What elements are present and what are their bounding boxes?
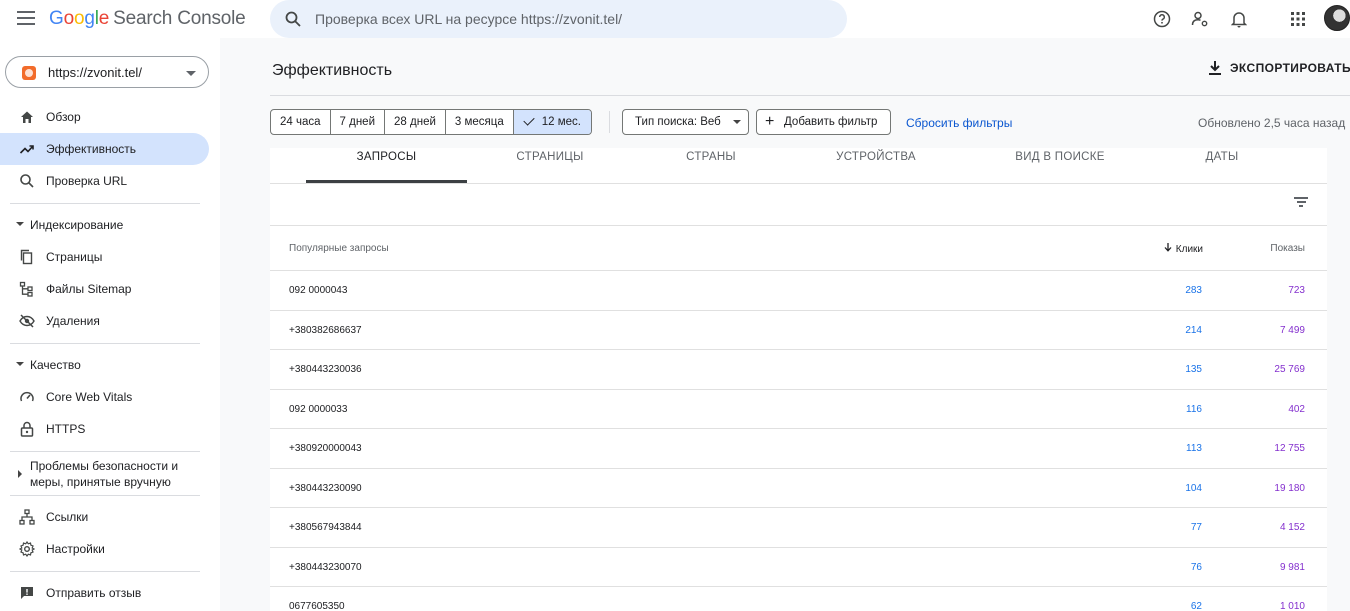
tab-queries[interactable]: ЗАПРОСЫ xyxy=(306,148,467,183)
sidebar-item-core-web-vitals[interactable]: Core Web Vitals xyxy=(0,381,209,413)
chevron-down-icon xyxy=(186,71,196,76)
filter-separator xyxy=(609,111,610,133)
sort-down-arrow-icon xyxy=(1164,243,1172,255)
export-button[interactable]: ЭКСПОРТИРОВАТЬ xyxy=(1208,60,1350,76)
property-url: https://zvonit.tel/ xyxy=(48,65,142,80)
table-row[interactable]: +380443230090 104 19 180 xyxy=(270,467,1327,508)
search-input[interactable] xyxy=(315,9,835,29)
logo-google: Google xyxy=(49,8,110,29)
range-24h-button[interactable]: 24 часа xyxy=(271,110,331,134)
tab-search-appearance[interactable]: ВИД В ПОИСКЕ xyxy=(962,148,1158,183)
tab-countries[interactable]: СТРАНЫ xyxy=(632,148,790,183)
reset-filters-link[interactable]: Сбросить фильтры xyxy=(906,116,1012,130)
sidebar-item-overview[interactable]: Обзор xyxy=(0,101,209,133)
search-icon xyxy=(20,174,34,188)
sitemap-icon xyxy=(19,281,33,297)
table-row[interactable]: 092 0000033 116 402 xyxy=(270,388,1327,429)
links-icon xyxy=(19,509,35,525)
logo-product: Search Console xyxy=(113,8,246,29)
table-row[interactable]: +380443230070 76 9 981 xyxy=(270,546,1327,587)
filter-divider xyxy=(270,225,1327,226)
sidebar-divider xyxy=(10,495,200,496)
sidebar-divider xyxy=(10,451,200,452)
main-content: Эффективность ЭКСПОРТИРОВАТЬ 24 часа 7 д… xyxy=(220,38,1350,611)
sidebar-item-sitemaps[interactable]: Файлы Sitemap xyxy=(0,273,209,305)
page-title: Эффективность xyxy=(272,62,393,79)
table-row[interactable]: +380567943844 77 4 152 xyxy=(270,507,1327,547)
table-row[interactable]: 092 0000043 283 723 xyxy=(270,270,1327,310)
feedback-icon xyxy=(21,587,33,599)
tabs-divider xyxy=(270,183,1327,184)
home-icon xyxy=(21,111,33,123)
property-selector[interactable]: https://zvonit.tel/ xyxy=(5,56,209,88)
sidebar-item-settings[interactable]: Настройки xyxy=(0,533,209,565)
results-card: ЗАПРОСЫ СТРАНИЦЫ СТРАНЫ УСТРОЙСТВА ВИД В… xyxy=(270,148,1327,611)
plus-icon: + xyxy=(765,113,775,130)
apps-grid-icon[interactable] xyxy=(1287,8,1309,30)
sidebar: https://zvonit.tel/ Обзор Эффективность … xyxy=(0,38,220,611)
sidebar-item-links[interactable]: Ссылки xyxy=(0,501,209,533)
gauge-icon xyxy=(20,391,34,402)
chevron-down-icon xyxy=(733,120,741,124)
add-filter-button[interactable]: + Добавить фильтр xyxy=(756,109,891,135)
table-row[interactable]: 0677605350 62 1 010 xyxy=(270,586,1327,611)
check-icon xyxy=(523,114,535,126)
collapse-arrow-icon xyxy=(16,362,24,366)
settings-icon xyxy=(19,541,35,557)
logo[interactable]: Google Search Console xyxy=(49,8,246,30)
search-bar[interactable] xyxy=(270,0,847,38)
range-7d-button[interactable]: 7 дней xyxy=(331,110,386,134)
download-icon xyxy=(1209,61,1221,75)
notifications-icon[interactable] xyxy=(1228,8,1250,30)
top-bar: Google Search Console xyxy=(0,0,1350,38)
eye-off-icon xyxy=(19,314,35,328)
sidebar-divider xyxy=(10,571,200,572)
sidebar-item-https[interactable]: HTTPS xyxy=(0,413,209,445)
table-row[interactable]: +380920000043 113 12 755 xyxy=(270,428,1327,468)
menu-icon[interactable] xyxy=(17,11,35,25)
site-favicon-icon xyxy=(22,66,36,80)
filter-rows-icon[interactable] xyxy=(1294,196,1308,208)
column-header-impressions[interactable]: Показы xyxy=(1255,243,1305,254)
sidebar-divider xyxy=(10,203,200,204)
updated-status: Обновлено 2,5 часа назад xyxy=(1198,116,1346,130)
tab-dates[interactable]: ДАТЫ xyxy=(1160,148,1284,183)
range-28d-button[interactable]: 28 дней xyxy=(385,110,446,134)
table-row[interactable]: +380443230036 135 25 769 xyxy=(270,349,1327,389)
column-header-query: Популярные запросы xyxy=(289,243,389,254)
column-header-clicks[interactable]: Клики xyxy=(1159,243,1203,255)
table-row[interactable]: +380382686637 214 7 499 xyxy=(270,309,1327,350)
account-avatar[interactable] xyxy=(1324,5,1350,31)
search-icon xyxy=(285,11,301,27)
expand-arrow-icon xyxy=(18,470,22,478)
collapse-arrow-icon xyxy=(16,222,24,226)
help-icon[interactable] xyxy=(1151,8,1173,30)
sidebar-item-removals[interactable]: Удаления xyxy=(0,305,209,337)
sidebar-item-performance[interactable]: Эффективность xyxy=(0,133,209,165)
pages-icon xyxy=(20,249,33,265)
lock-icon xyxy=(20,421,34,437)
range-12m-button[interactable]: 12 мес. xyxy=(513,110,591,134)
sidebar-item-pages[interactable]: Страницы xyxy=(0,241,209,273)
date-range-selector: 24 часа 7 дней 28 дней 3 месяца 12 мес. xyxy=(270,109,592,135)
tab-pages[interactable]: СТРАНИЦЫ xyxy=(470,148,630,183)
user-settings-icon[interactable] xyxy=(1189,8,1211,30)
title-divider xyxy=(270,95,1350,96)
trending-up-icon xyxy=(19,145,34,154)
sidebar-item-feedback[interactable]: Отправить отзыв xyxy=(0,577,209,609)
tab-devices[interactable]: УСТРОЙСТВА xyxy=(792,148,960,183)
sidebar-item-url-inspection[interactable]: Проверка URL xyxy=(0,165,209,197)
search-type-filter[interactable]: Тип поиска: Веб xyxy=(622,109,749,135)
sidebar-divider xyxy=(10,343,200,344)
range-3m-button[interactable]: 3 месяца xyxy=(446,110,514,134)
